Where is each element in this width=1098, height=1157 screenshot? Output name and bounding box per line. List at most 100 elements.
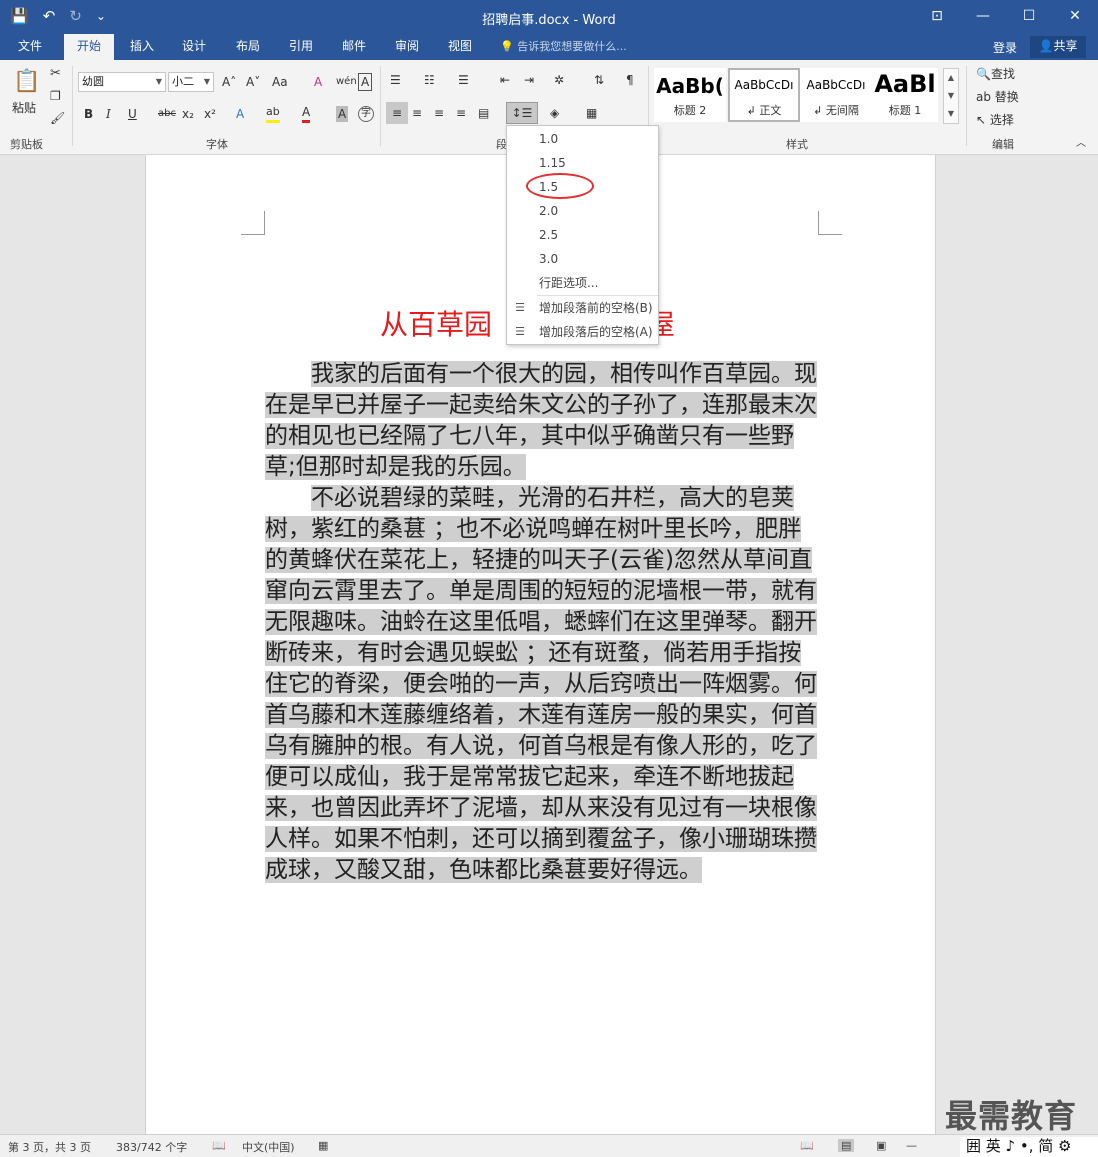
close-button[interactable]: ✕ xyxy=(1052,0,1098,34)
print-layout-icon[interactable]: ▤ xyxy=(838,1139,855,1152)
styles-gallery-scroll[interactable]: ▲ ▼ ▼ xyxy=(943,68,959,124)
paste-button[interactable]: 粘贴 xyxy=(12,100,36,116)
decrease-indent-icon[interactable]: ⇤ xyxy=(500,72,510,88)
character-shading-button[interactable]: A xyxy=(336,106,349,122)
increase-indent-icon[interactable]: ⇥ xyxy=(524,72,534,88)
page-count[interactable]: 第 3 页，共 3 页 xyxy=(8,1139,91,1155)
align-right-icon[interactable]: ≡ xyxy=(434,105,444,121)
maximize-button[interactable]: ☐ xyxy=(1006,0,1052,34)
multilevel-list-icon[interactable]: ☰ xyxy=(458,72,469,88)
tab-view[interactable]: 视图 xyxy=(438,34,482,60)
tab-layout[interactable]: 布局 xyxy=(226,34,270,60)
superscript-button[interactable]: x² xyxy=(204,106,216,122)
macro-record-icon[interactable]: ▦ xyxy=(318,1139,328,1152)
select-button[interactable]: ↖ 选择 xyxy=(976,112,1014,128)
line-spacing-option-1-15[interactable]: 1.15 xyxy=(507,152,658,174)
font-size-box[interactable]: 小二 ▼ xyxy=(168,72,214,92)
web-layout-icon[interactable]: ▣ xyxy=(876,1139,886,1152)
replace-button[interactable]: ab 替换 xyxy=(976,89,1019,105)
style-heading-1[interactable]: AaBl 标题 1 xyxy=(872,68,938,122)
add-space-after-item[interactable]: ☰ 增加段落后的空格(A) xyxy=(507,321,658,343)
line-spacing-button[interactable]: ↕☰ xyxy=(506,102,538,124)
justify-icon[interactable]: ≡ xyxy=(456,105,466,121)
read-mode-icon[interactable]: 📖 xyxy=(800,1139,814,1152)
add-space-before-item[interactable]: ☰ 增加段落前的空格(B) xyxy=(507,297,658,319)
bold-button[interactable]: B xyxy=(84,106,93,122)
underline-button[interactable]: U xyxy=(128,106,137,122)
style-name: ↲ 无间隔 xyxy=(813,104,859,117)
align-center-icon[interactable]: ≡ xyxy=(412,105,422,121)
line-spacing-option-3-0[interactable]: 3.0 xyxy=(507,248,658,270)
strikethrough-button[interactable]: abc xyxy=(158,106,176,122)
tab-file[interactable]: 文件 xyxy=(6,34,54,60)
numbering-icon[interactable]: ☷ xyxy=(424,72,435,88)
enclose-characters-button[interactable]: 字 xyxy=(358,106,374,122)
tab-references[interactable]: 引用 xyxy=(279,34,323,60)
paragraph[interactable]: 不必说碧绿的菜畦，光滑的石井栏，高大的皂荚树，紫红的桑葚 ；也不必说鸣蝉在树叶里… xyxy=(265,483,817,886)
format-painter-icon[interactable]: 🖌 xyxy=(50,110,65,126)
cut-icon[interactable]: ✂ xyxy=(50,66,61,82)
ribbon-display-options-icon[interactable]: ⊡ xyxy=(914,0,960,34)
highlight-button[interactable]: ab xyxy=(266,104,280,123)
tab-home[interactable]: 开始 xyxy=(64,34,114,60)
font-name-box[interactable]: 幼圆 ▼ xyxy=(78,72,166,92)
text-effects-button[interactable]: A xyxy=(236,106,244,122)
window-controls: ⊡ — ☐ ✕ xyxy=(914,0,1098,34)
sort-icon[interactable]: ⇅ xyxy=(594,72,604,88)
clear-formatting-button[interactable]: A xyxy=(314,74,322,90)
collapse-ribbon-icon[interactable]: ︿ xyxy=(1076,136,1086,152)
add-space-before-label: 增加段落前的空格(B) xyxy=(539,301,653,315)
phonetic-guide-button[interactable]: wén xyxy=(336,74,357,90)
tab-mailings[interactable]: 邮件 xyxy=(332,34,376,60)
show-marks-icon[interactable]: ¶ xyxy=(626,72,634,88)
distributed-icon[interactable]: ▤ xyxy=(478,105,489,121)
share-button[interactable]: 👤共享 xyxy=(1030,36,1086,58)
add-space-after-label: 增加段落后的空格(A) xyxy=(539,325,653,339)
more-styles-icon[interactable]: ▼ xyxy=(944,105,958,123)
line-spacing-option-1-0[interactable]: 1.0 xyxy=(507,128,658,150)
shading-icon[interactable]: ◈ xyxy=(550,105,559,121)
ime-toolbar[interactable]: 囲 英 ♪ •, 简 ⚙ xyxy=(960,1137,1098,1157)
shrink-font-button[interactable]: A˅ xyxy=(246,74,260,90)
copy-icon[interactable]: ❐ xyxy=(50,88,61,104)
borders-icon[interactable]: ▦ xyxy=(586,105,597,121)
line-spacing-option-2-5[interactable]: 2.5 xyxy=(507,224,658,246)
styles-group-label: 样式 xyxy=(786,138,808,151)
find-button[interactable]: 🔍查找 xyxy=(976,66,1015,82)
character-border-button[interactable]: A xyxy=(358,73,373,91)
style-sample: AaBb( xyxy=(656,74,724,98)
tab-design[interactable]: 设计 xyxy=(172,34,216,60)
font-color-button[interactable]: A xyxy=(302,104,311,123)
style-no-spacing[interactable]: AaBbCcDı ↲ 无间隔 xyxy=(800,68,872,122)
subscript-button[interactable]: x₂ xyxy=(182,106,194,122)
align-left-icon[interactable]: ≡ xyxy=(386,102,408,124)
style-normal[interactable]: AaBbCcDı ↲ 正文 xyxy=(728,68,800,122)
chinese-layout-icon[interactable]: ✲ xyxy=(554,72,564,88)
proofing-icon[interactable]: 📖 xyxy=(212,1139,226,1152)
bullets-icon[interactable]: ☰ xyxy=(390,72,401,88)
tell-me-box[interactable]: 💡 告诉我您想要做什么... xyxy=(500,38,627,54)
chevron-up-icon[interactable]: ▲ xyxy=(944,69,958,87)
zoom-out-icon[interactable]: — xyxy=(906,1139,917,1152)
grow-font-button[interactable]: A˄ xyxy=(222,74,236,90)
tab-review[interactable]: 审阅 xyxy=(385,34,429,60)
italic-button[interactable]: I xyxy=(106,106,111,122)
style-heading-2[interactable]: AaBb( 标题 2 xyxy=(654,68,726,122)
title-bar: 💾 ↶ ↻ ⌄ 招聘启事.docx - Word ⊡ — ☐ ✕ xyxy=(0,0,1098,34)
paste-icon[interactable]: 📋 xyxy=(12,68,42,98)
line-spacing-option-2-0[interactable]: 2.0 xyxy=(507,200,658,222)
word-count[interactable]: 383/742 个字 xyxy=(116,1139,187,1155)
tab-insert[interactable]: 插入 xyxy=(120,34,164,60)
status-bar: 第 3 页，共 3 页 383/742 个字 📖 中文(中国) ▦ 📖 ▤ ▣ … xyxy=(0,1134,1098,1157)
chevron-down-icon: ▼ xyxy=(155,77,162,86)
language-indicator[interactable]: 中文(中国) xyxy=(242,1139,295,1155)
document-body[interactable]: 我家的后面有一个很大的园，相传叫作百草园。现在是早已并屋子一起卖给朱文公的子孙了… xyxy=(265,359,817,886)
font-size-value: 小二 xyxy=(172,75,194,88)
minimize-button[interactable]: — xyxy=(960,0,1006,34)
line-spacing-options-item[interactable]: 行距选项... xyxy=(507,272,658,294)
search-icon: 🔍 xyxy=(976,67,991,81)
change-case-button[interactable]: Aa xyxy=(272,74,288,90)
chevron-down-icon[interactable]: ▼ xyxy=(944,87,958,105)
login-link[interactable]: 登录 xyxy=(993,39,1017,56)
paragraph[interactable]: 我家的后面有一个很大的园，相传叫作百草园。现在是早已并屋子一起卖给朱文公的子孙了… xyxy=(265,359,817,483)
